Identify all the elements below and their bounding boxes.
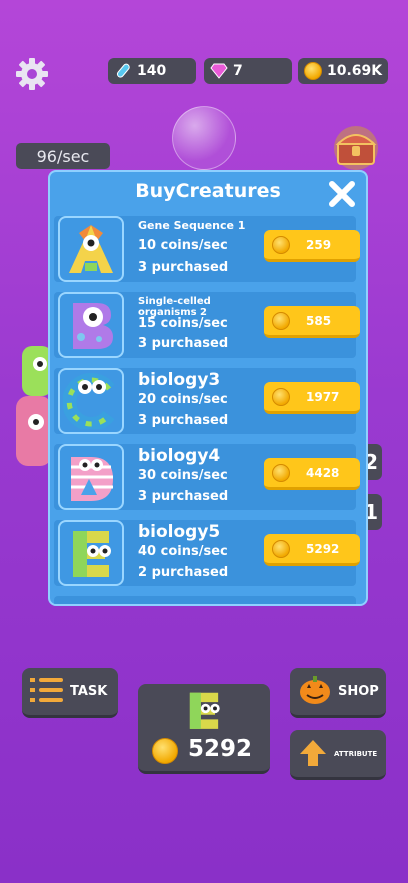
buy-button[interactable]: 5292 [264,534,360,566]
creature-row: Gene Sequence 1 10 coins/sec 3 purchased… [54,216,360,282]
arrow-up-icon [298,738,328,770]
gem-count: 7 [233,63,243,79]
coin-resource-counter: 10.69K [298,58,388,84]
next-creature-panel[interactable]: 5292 [138,684,270,774]
next-creature-cost: 5292 [188,736,253,762]
creature-row: biology4 30 coins/sec 3 purchased 4428 [54,444,360,510]
task-button[interactable]: TASK [22,668,118,718]
creature-name: Gene Sequence 1 [138,219,246,232]
shop-label: SHOP [338,684,379,699]
creature-purchased: 3 purchased [138,489,229,504]
coin-icon [272,387,290,406]
buy-price: 4428 [306,465,340,480]
buy-price: 585 [306,313,332,328]
potion-count: 140 [137,63,167,79]
creature-row: biology3 20 coins/sec 3 purchased 1977 [54,368,360,434]
settings-gear-icon[interactable] [14,56,50,92]
coin-icon [272,539,290,558]
creature-row: biology5 40 coins/sec 2 purchased 5292 [54,520,360,586]
treasure-chest-icon[interactable] [330,124,382,172]
creature-d-icon [58,444,124,510]
buy-price: 259 [306,237,332,252]
creature-name: biology3 [138,370,221,390]
creature-name: Single-celled organisms 2 [138,296,211,318]
creature-rate: 20 coins/sec [138,392,228,407]
creature-purchased: 3 purchased [138,336,229,351]
creature-name: biology5 [138,522,221,542]
buy-button[interactable]: 585 [264,306,360,338]
attribute-label: ATTRIBUTE [334,749,378,758]
pumpkin-icon [298,675,332,709]
creature-rate: 15 coins/sec [138,316,228,331]
creature-c-icon [58,368,124,434]
creature-rate: 10 coins/sec [138,238,228,253]
creature-e-icon [58,520,124,586]
creature-b-icon [58,292,124,358]
attribute-button[interactable]: ATTRIBUTE [290,730,386,780]
coin-icon [272,235,290,254]
buy-button[interactable]: 259 [264,230,360,262]
coin-icon [272,311,290,330]
creature-row: Single-celled organisms 2 15 coins/sec 3… [54,292,360,358]
potion-resource-counter: 140 [108,58,196,84]
coin-count: 10.69K [327,63,383,79]
buy-button[interactable]: 1977 [264,382,360,414]
gem-icon [210,62,228,80]
task-list-icon [30,675,64,709]
creature-purchased: 3 purchased [138,413,229,428]
buy-price: 5292 [306,541,340,556]
creature-rate: 30 coins/sec [138,468,228,483]
creature-a-icon [58,216,124,282]
income-rate: 96/sec [16,143,110,169]
buy-creatures-dialog: BuyCreatures Gene Sequence 1 10 coins/se… [48,170,368,606]
close-icon[interactable] [326,178,358,210]
coin-icon [152,738,178,764]
task-label: TASK [70,684,108,699]
creature-rate: 40 coins/sec [138,544,228,559]
bubble[interactable] [172,106,236,170]
gem-resource-counter: 7 [204,58,292,84]
background-creature [14,340,52,470]
creature-list[interactable]: Gene Sequence 1 10 coins/sec 3 purchased… [50,216,366,604]
creature-purchased: 3 purchased [138,260,229,275]
coin-icon [272,463,290,482]
coin-icon [304,62,322,80]
creature-row-partial [54,596,356,604]
creature-name: biology4 [138,446,221,466]
shop-button[interactable]: SHOP [290,668,386,718]
buy-price: 1977 [306,389,340,404]
creature-purchased: 2 purchased [138,565,229,580]
next-creature-icon [182,688,226,736]
test-tube-icon [114,62,132,80]
dialog-title: BuyCreatures [135,180,281,202]
buy-button[interactable]: 4428 [264,458,360,490]
